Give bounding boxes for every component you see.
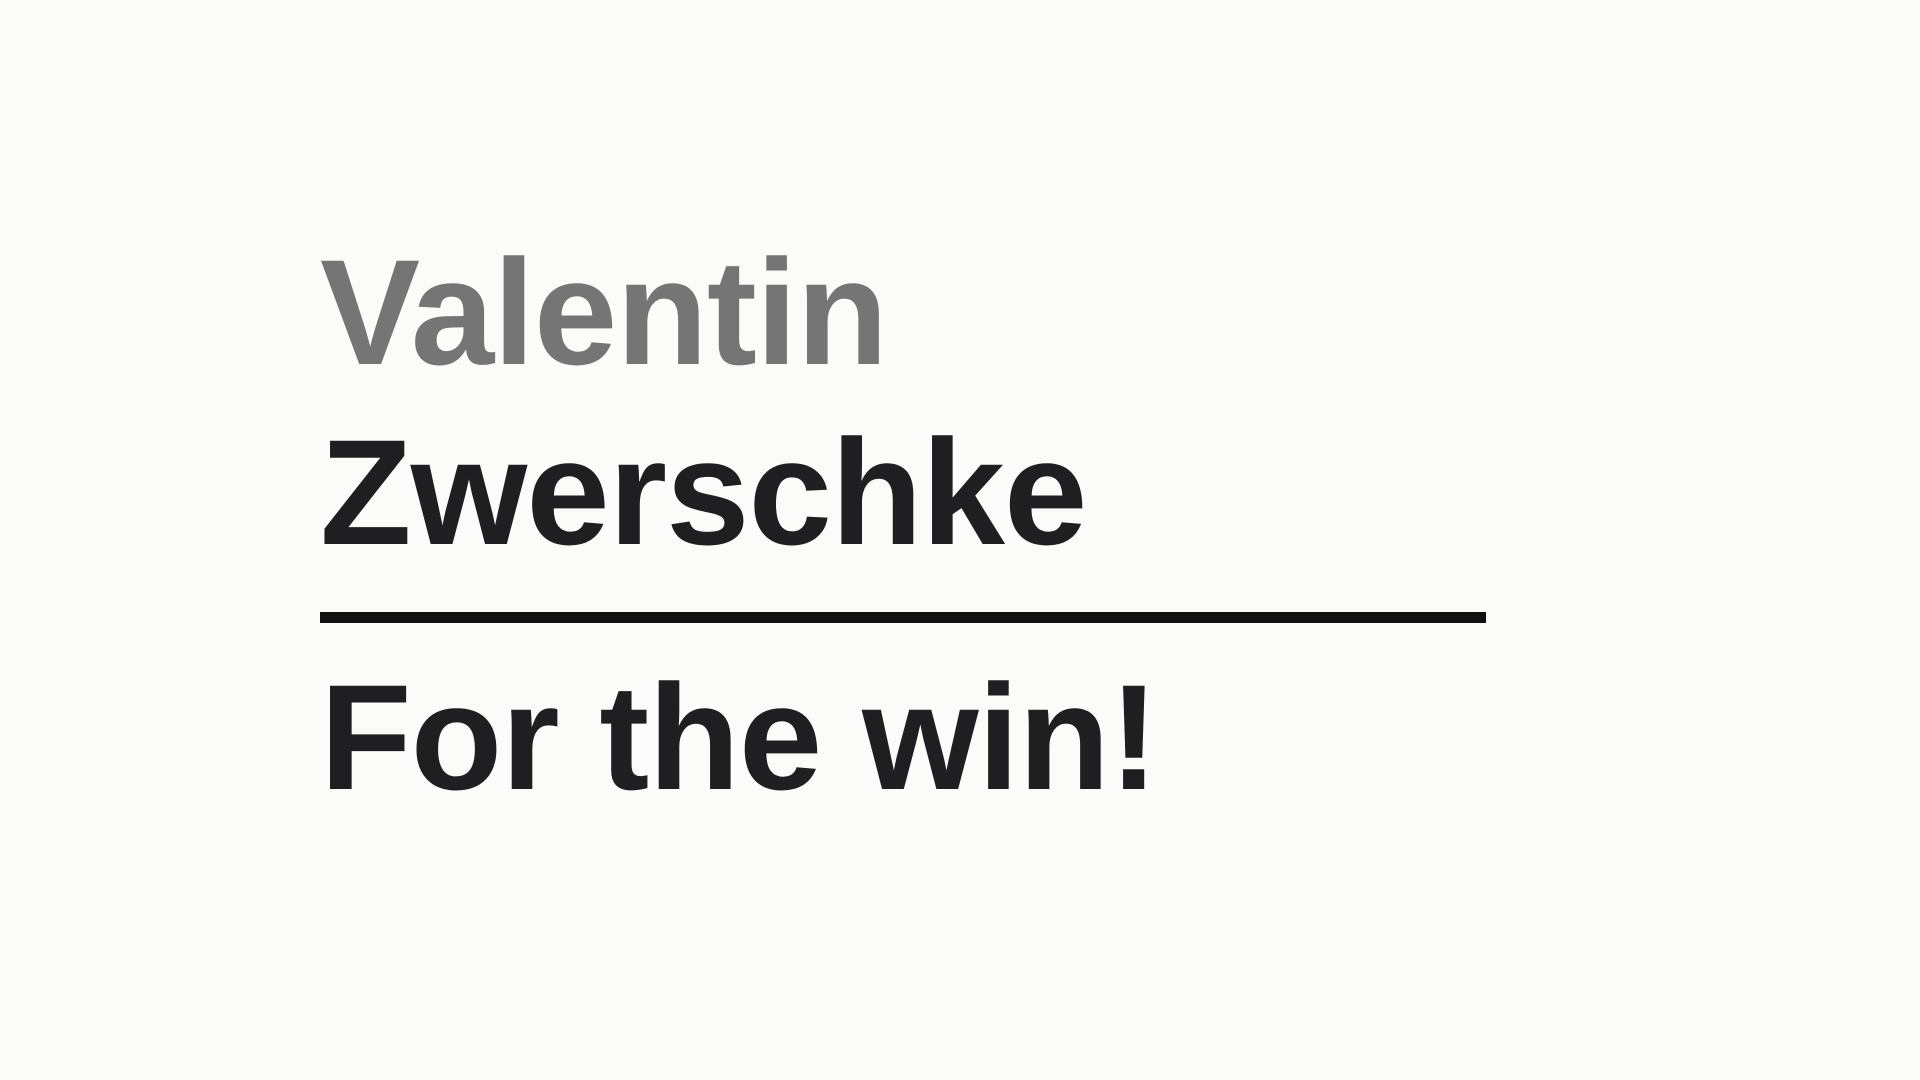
divider-rule <box>320 612 1486 623</box>
first-name-heading: Valentin <box>320 228 888 396</box>
last-name-heading: Zwerschke <box>320 408 1087 576</box>
tagline-heading: For the win! <box>320 653 1159 821</box>
title-block: Valentin Zwerschke For the win! <box>320 222 1486 827</box>
slide-canvas: Valentin Zwerschke For the win! <box>0 0 1920 1080</box>
